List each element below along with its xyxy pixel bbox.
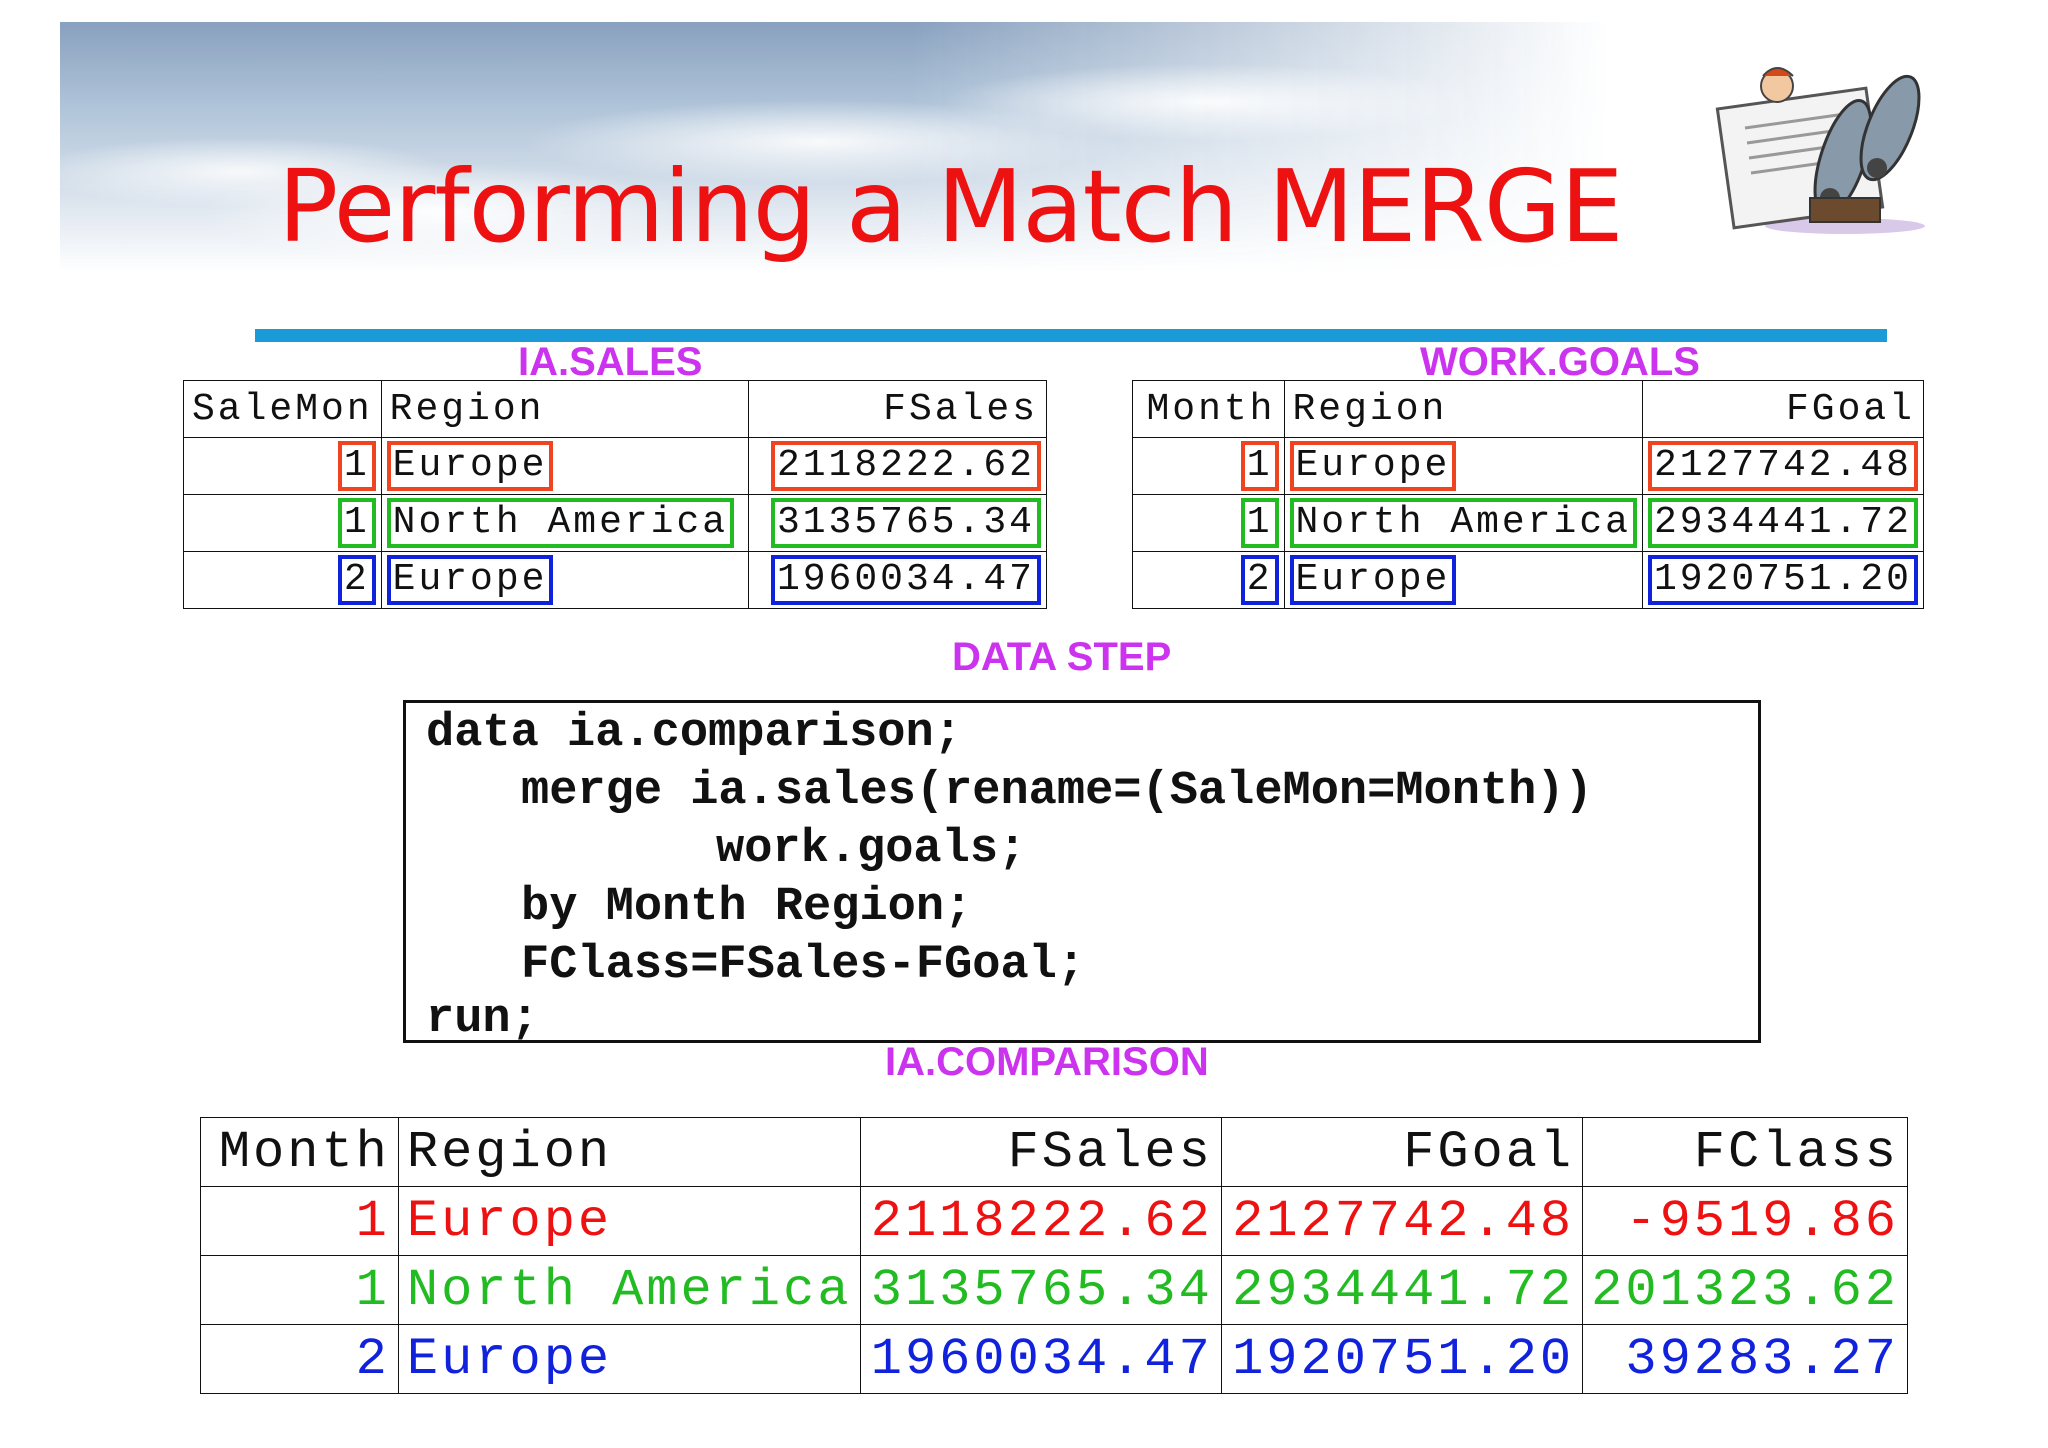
cell-value: 1960034.47 (770, 555, 1042, 605)
cell-month: 2 (1240, 555, 1279, 605)
datastep-caption: DATA STEP (952, 635, 1172, 679)
goals-table: Month Region FGoal 1 Europe 2127742.48 1… (1132, 380, 1925, 609)
cell-month: 1 (200, 1255, 399, 1325)
comparison-table: Month Region FSales FGoal FClass 1 Europ… (200, 1117, 1908, 1394)
column-header: Region (397, 1117, 861, 1187)
table-row: 1 Europe 2127742.48 (1132, 437, 1925, 495)
cell-month: 1 (1240, 498, 1279, 548)
column-header: Month (1132, 380, 1285, 438)
cell-region: Europe (397, 1324, 861, 1394)
code-line: FClass=FSales-FGoal; (521, 939, 1086, 992)
cell-month: 1 (200, 1186, 399, 1256)
table-row: 1 Europe 2118222.62 (183, 437, 1048, 495)
sales-table: SaleMon Region FSales 1 Europe 2118222.6… (183, 380, 1048, 609)
table-row: 1 North America 3135765.34 2934441.72 20… (200, 1255, 1908, 1325)
cell-value: 2118222.62 (770, 441, 1042, 491)
column-header: FGoal (1641, 380, 1925, 438)
cell-value: 2934441.72 (1647, 498, 1919, 548)
cell-month: 1 (1240, 441, 1279, 491)
table-header-row: Month Region FGoal (1132, 380, 1925, 438)
table-row: 1 North America 2934441.72 (1132, 494, 1925, 552)
cell-region: North America (397, 1255, 861, 1325)
cell-value: 1920751.20 (1647, 555, 1919, 605)
table-row: 1 Europe 2118222.62 2127742.48 -9519.86 (200, 1186, 1908, 1256)
cell-region: Europe (1289, 555, 1457, 605)
cell-fsales: 3135765.34 (859, 1255, 1222, 1325)
cell-fsales: 1960034.47 (859, 1324, 1222, 1394)
code-block: data ia.comparison; merge ia.sales(renam… (403, 700, 1761, 1046)
cell-month: 2 (200, 1324, 399, 1394)
cell-region: North America (1289, 498, 1637, 548)
cell-month: 1 (337, 498, 376, 548)
column-header: Region (380, 380, 749, 438)
table-row: 2 Europe 1960034.47 (183, 551, 1048, 609)
column-header: FClass (1582, 1117, 1908, 1187)
code-line: run; (426, 993, 539, 1046)
cell-value: 3135765.34 (770, 498, 1042, 548)
code-line: by Month Region; (521, 881, 973, 934)
table-row: 1 North America 3135765.34 (183, 494, 1048, 552)
cell-region: North America (386, 498, 735, 548)
column-header: Region (1283, 380, 1643, 438)
table-row: 2 Europe 1960034.47 1920751.20 39283.27 (200, 1324, 1908, 1394)
cell-region: Europe (386, 441, 554, 491)
cell-fgoal: 2127742.48 (1220, 1186, 1584, 1256)
code-line: data ia.comparison; (426, 707, 962, 760)
cell-fgoal: 2934441.72 (1220, 1255, 1584, 1325)
cell-month: 2 (337, 555, 376, 605)
column-header: SaleMon (183, 380, 382, 438)
cell-fclass: 39283.27 (1582, 1324, 1908, 1394)
column-header: FSales (747, 380, 1048, 438)
cell-fclass: 201323.62 (1582, 1255, 1908, 1325)
column-header: Month (200, 1117, 399, 1187)
cell-fgoal: 1920751.20 (1220, 1324, 1584, 1394)
column-header: FGoal (1220, 1117, 1584, 1187)
cell-fsales: 2118222.62 (859, 1186, 1222, 1256)
comparison-caption: IA.COMPARISON (885, 1040, 1209, 1084)
code-line: merge ia.sales(rename=(SaleMon=Month)) (521, 765, 1593, 818)
goals-caption: WORK.GOALS (1420, 340, 1700, 384)
table-header-row: Month Region FSales FGoal FClass (200, 1117, 1908, 1187)
code-line: work.goals; (716, 823, 1027, 876)
cell-month: 1 (337, 441, 376, 491)
cell-region: Europe (397, 1186, 861, 1256)
cartoon-newspaper-reader-icon (1715, 67, 1925, 234)
cell-value: 2127742.48 (1647, 441, 1919, 491)
table-header-row: SaleMon Region FSales (183, 380, 1048, 438)
column-header: FSales (859, 1117, 1222, 1187)
slide-title: Performing a Match MERGE (278, 148, 1624, 265)
cell-fclass: -9519.86 (1582, 1186, 1908, 1256)
table-row: 2 Europe 1920751.20 (1132, 551, 1925, 609)
cell-region: Europe (1289, 441, 1457, 491)
cell-region: Europe (386, 555, 554, 605)
sales-caption: IA.SALES (518, 340, 703, 384)
